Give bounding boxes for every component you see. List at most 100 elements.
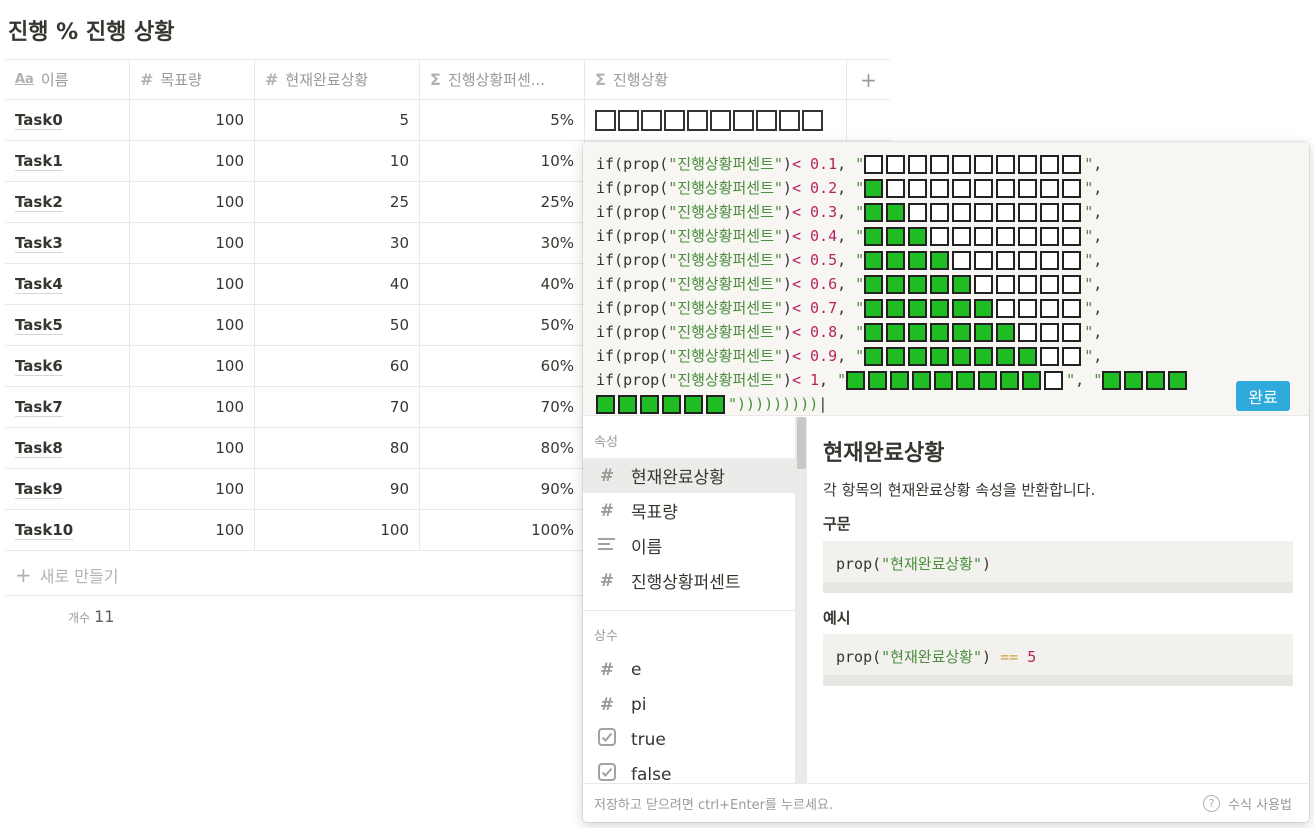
code-token: "진행상황퍼센트" bbox=[668, 323, 783, 341]
sidebar-item-label: 진행상황퍼센트 bbox=[631, 573, 741, 593]
sidebar-item[interactable]: # 목표량 bbox=[583, 493, 795, 528]
cell-name[interactable]: Task1 bbox=[5, 141, 130, 181]
sidebar-item[interactable]: 이름 bbox=[583, 528, 795, 563]
cell-current[interactable]: 30 bbox=[255, 223, 420, 263]
cell-name[interactable]: Task6 bbox=[5, 346, 130, 386]
sidebar-item[interactable]: # 현재완료상황 bbox=[583, 458, 795, 493]
cell-current[interactable]: 25 bbox=[255, 182, 420, 222]
cell-percent[interactable]: 10% bbox=[420, 141, 585, 181]
scrollbar-thumb[interactable] bbox=[797, 417, 806, 469]
task-name[interactable]: Task10 bbox=[15, 521, 74, 540]
cell-current[interactable]: 70 bbox=[255, 387, 420, 427]
cell-name[interactable]: Task9 bbox=[5, 469, 130, 509]
cell-percent[interactable]: 50% bbox=[420, 305, 585, 345]
cell-name[interactable]: Task4 bbox=[5, 264, 130, 304]
cell-name[interactable]: Task3 bbox=[5, 223, 130, 263]
code-line[interactable]: if(prop("진행상황퍼센트") < 0.4, " ", bbox=[596, 224, 1190, 248]
formula-code[interactable]: if(prop("진행상황퍼센트") < 0.1, " ", if(prop("진행… bbox=[596, 152, 1190, 416]
cell-progress[interactable] bbox=[585, 100, 847, 140]
task-name[interactable]: Task6 bbox=[15, 357, 63, 376]
code-line[interactable]: if(prop("진행상황퍼센트") < 0.8, " ", bbox=[596, 320, 1190, 344]
cell-goal[interactable]: 100 bbox=[130, 428, 255, 468]
column-header-current[interactable]: # 현재완료상황 bbox=[255, 60, 420, 99]
cell-percent[interactable]: 60% bbox=[420, 346, 585, 386]
cell-goal[interactable]: 100 bbox=[130, 223, 255, 263]
cell-percent[interactable]: 25% bbox=[420, 182, 585, 222]
sidebar-item[interactable]: false bbox=[583, 757, 795, 783]
cell-goal[interactable]: 100 bbox=[130, 346, 255, 386]
code-line[interactable]: if(prop("진행상황퍼센트") < 0.7, " ", bbox=[596, 296, 1190, 320]
sidebar-item[interactable]: true bbox=[583, 722, 795, 757]
column-header-goal[interactable]: # 목표량 bbox=[130, 60, 255, 99]
column-header-name[interactable]: Aa 이름 bbox=[5, 60, 130, 99]
cell-percent[interactable]: 70% bbox=[420, 387, 585, 427]
cell-name[interactable]: Task7 bbox=[5, 387, 130, 427]
sidebar-item[interactable]: # 진행상황퍼센트 bbox=[583, 563, 795, 598]
cell-name[interactable]: Task10 bbox=[5, 510, 130, 550]
cell-current[interactable]: 90 bbox=[255, 469, 420, 509]
cell-goal[interactable]: 100 bbox=[130, 182, 255, 222]
done-button[interactable]: 완료 bbox=[1236, 381, 1290, 411]
cell-percent[interactable]: 30% bbox=[420, 223, 585, 263]
column-header-progress[interactable]: Σ 진행상황 bbox=[585, 60, 847, 99]
code-token: ) bbox=[782, 203, 792, 221]
task-name[interactable]: Task3 bbox=[15, 234, 63, 253]
cell-current[interactable]: 40 bbox=[255, 264, 420, 304]
task-name[interactable]: Task5 bbox=[15, 316, 63, 335]
cell-goal[interactable]: 100 bbox=[130, 141, 255, 181]
row-count[interactable]: 개수 11 bbox=[68, 607, 114, 626]
add-column-button[interactable]: + bbox=[847, 60, 890, 99]
cell-current[interactable]: 10 bbox=[255, 141, 420, 181]
function-list-scrollbar[interactable] bbox=[796, 417, 807, 783]
cell-current[interactable]: 60 bbox=[255, 346, 420, 386]
code-line[interactable]: if(prop("진행상황퍼센트") < 0.5, " ", bbox=[596, 248, 1190, 272]
task-name[interactable]: Task7 bbox=[15, 398, 63, 417]
formula-input[interactable]: if(prop("진행상황퍼센트") < 0.1, " ", if(prop("진행… bbox=[583, 142, 1309, 416]
cell-goal[interactable]: 100 bbox=[130, 510, 255, 550]
cell-percent[interactable]: 5% bbox=[420, 100, 585, 140]
cell-percent[interactable]: 80% bbox=[420, 428, 585, 468]
code-line[interactable]: if(prop("진행상황퍼센트") < 0.2, " ", bbox=[596, 176, 1190, 200]
cell-goal[interactable]: 100 bbox=[130, 264, 255, 304]
code-line[interactable]: if(prop("진행상황퍼센트") < 0.3, " ", bbox=[596, 200, 1190, 224]
text-icon bbox=[597, 536, 617, 556]
function-list[interactable]: 속성 # 현재완료상황 # 목표량 이름 # 진행상황퍼센트 상수 # e # pi true fal… bbox=[583, 417, 796, 783]
task-name[interactable]: Task4 bbox=[15, 275, 63, 294]
cell-goal[interactable]: 100 bbox=[130, 100, 255, 140]
cell-current[interactable]: 50 bbox=[255, 305, 420, 345]
task-name[interactable]: Task1 bbox=[15, 152, 63, 171]
code-token: ) bbox=[782, 251, 792, 269]
empty-box-icon bbox=[974, 274, 994, 294]
cell-name[interactable]: Task0 bbox=[5, 100, 130, 140]
cell-current[interactable]: 80 bbox=[255, 428, 420, 468]
table-row[interactable]: Task0 100 5 5% bbox=[5, 100, 890, 141]
table-header-row: Aa 이름 # 목표량 # 현재완료상황 Σ 진행상황퍼센... Σ 진행상황 + bbox=[5, 59, 890, 100]
cell-percent[interactable]: 40% bbox=[420, 264, 585, 304]
hash-icon: # bbox=[140, 70, 154, 89]
sidebar-item[interactable]: # pi bbox=[583, 687, 795, 722]
cell-goal[interactable]: 100 bbox=[130, 469, 255, 509]
filled-box-icon bbox=[886, 250, 906, 270]
task-name[interactable]: Task9 bbox=[15, 480, 63, 499]
cell-percent[interactable]: 90% bbox=[420, 469, 585, 509]
task-name[interactable]: Task0 bbox=[15, 111, 63, 130]
new-row-button[interactable]: + 새로 만들기 bbox=[5, 555, 585, 596]
formula-help-link[interactable]: ? 수식 사용법 bbox=[1203, 794, 1292, 813]
code-line[interactable]: if(prop("진행상황퍼센트") < 1, " ", " bbox=[596, 368, 1190, 392]
cell-name[interactable]: Task5 bbox=[5, 305, 130, 345]
cell-name[interactable]: Task2 bbox=[5, 182, 130, 222]
cell-name[interactable]: Task8 bbox=[5, 428, 130, 468]
cell-percent[interactable]: 100% bbox=[420, 510, 585, 550]
cell-goal[interactable]: 100 bbox=[130, 387, 255, 427]
column-header-percent[interactable]: Σ 진행상황퍼센... bbox=[420, 60, 585, 99]
cell-current[interactable]: 100 bbox=[255, 510, 420, 550]
cell-current[interactable]: 5 bbox=[255, 100, 420, 140]
code-line[interactable]: "))))))))) | bbox=[596, 392, 1190, 416]
task-name[interactable]: Task2 bbox=[15, 193, 63, 212]
code-line[interactable]: if(prop("진행상황퍼센트") < 0.6, " ", bbox=[596, 272, 1190, 296]
sidebar-item[interactable]: # e bbox=[583, 652, 795, 687]
code-line[interactable]: if(prop("진행상황퍼센트") < 0.9, " ", bbox=[596, 344, 1190, 368]
cell-goal[interactable]: 100 bbox=[130, 305, 255, 345]
code-line[interactable]: if(prop("진행상황퍼센트") < 0.1, " ", bbox=[596, 152, 1190, 176]
task-name[interactable]: Task8 bbox=[15, 439, 63, 458]
